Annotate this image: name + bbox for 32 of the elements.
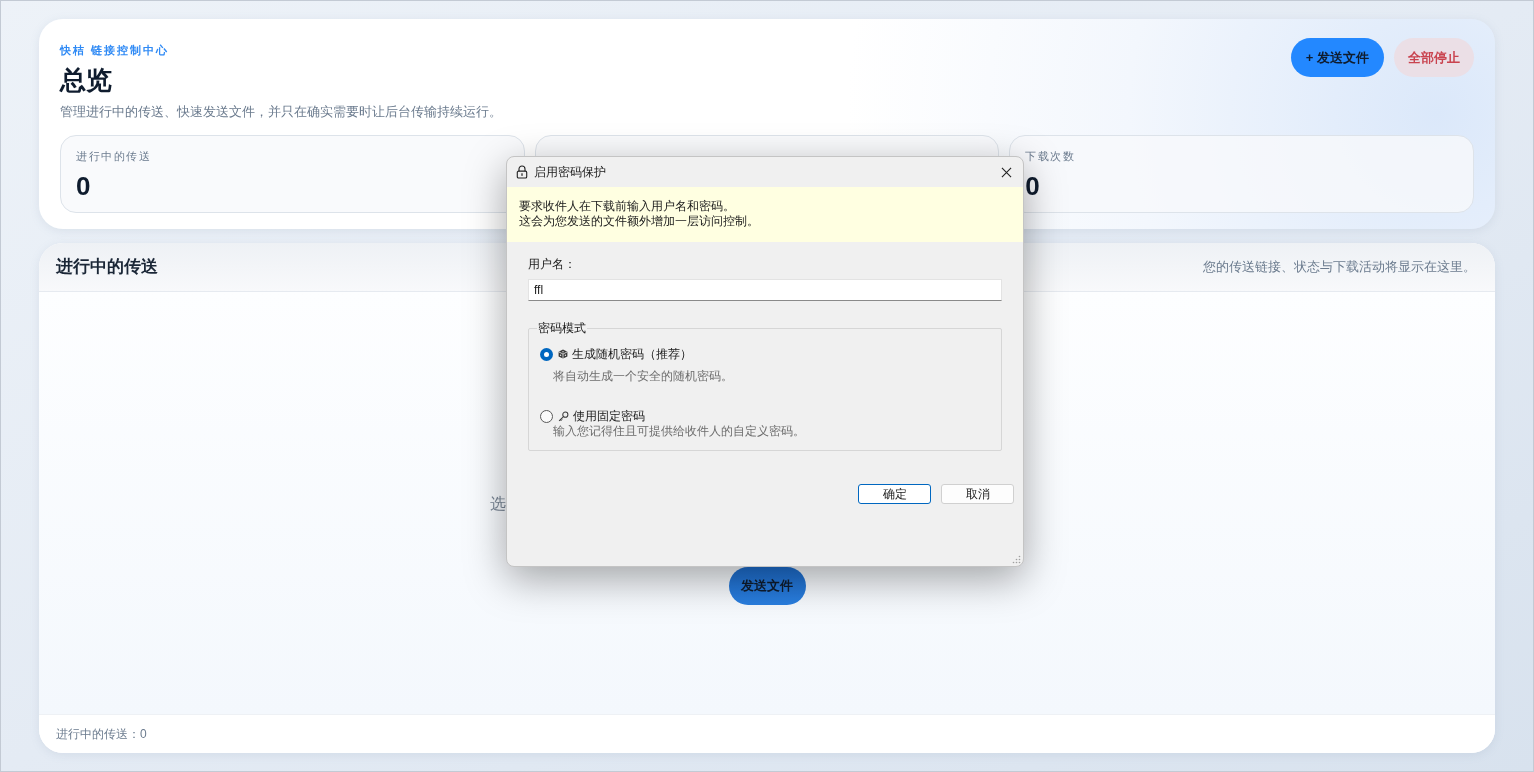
stop-all-button[interactable]: 全部停止 xyxy=(1394,38,1474,77)
ok-button[interactable]: 确定 xyxy=(858,484,931,504)
app-eyebrow: 快桔 链接控制中心 xyxy=(60,43,170,58)
notice-text: 要求收件人在下载前输入用户名和密码。 xyxy=(519,199,735,214)
empty-state-message: 选 xyxy=(490,494,506,514)
username-label: 用户名： xyxy=(528,256,576,272)
stat-value: 0 xyxy=(1025,171,1040,201)
stat-label: 进行中的传送 xyxy=(76,149,151,164)
radio-button[interactable] xyxy=(540,409,553,423)
cancel-button[interactable]: 取消 xyxy=(941,484,1014,504)
notice-text: 这会为您发送的文件额外增加一层访问控制。 xyxy=(519,214,759,229)
page-title: 总览 xyxy=(60,65,112,97)
stat-value: 0 xyxy=(76,171,91,201)
page-description: 管理进行中的传送、快速发送文件，并只在确实需要时让后台传输持续运行。 xyxy=(60,103,502,121)
radio-button[interactable] xyxy=(540,347,553,361)
lock-icon xyxy=(516,165,528,179)
send-file-button[interactable]: + 发送文件 xyxy=(1290,38,1384,77)
close-icon xyxy=(1000,166,1012,178)
resize-grip-icon[interactable] xyxy=(1012,555,1021,564)
status-text: 进行中的传送：0 xyxy=(56,726,147,743)
panel-title: 进行中的传送 xyxy=(56,256,158,279)
key-icon xyxy=(558,410,569,422)
dice-icon xyxy=(558,349,568,359)
stat-label: 下载次数 xyxy=(1025,149,1076,164)
dialog-title: 启用密码保护 xyxy=(534,164,606,181)
username-field[interactable]: ffl xyxy=(528,279,1002,301)
panel-hint: 您的传送链接、状态与下载活动将显示在这里。 xyxy=(1203,258,1476,277)
option-label: 使用固定密码 xyxy=(573,408,645,424)
option-label: 生成随机密码（推荐） xyxy=(572,346,692,362)
group-legend: 密码模式 xyxy=(537,320,587,336)
option-description: 输入您记得住且可提供给收件人的自定义密码。 xyxy=(553,424,805,439)
option-description: 将自动生成一个安全的随机密码。 xyxy=(553,368,733,384)
